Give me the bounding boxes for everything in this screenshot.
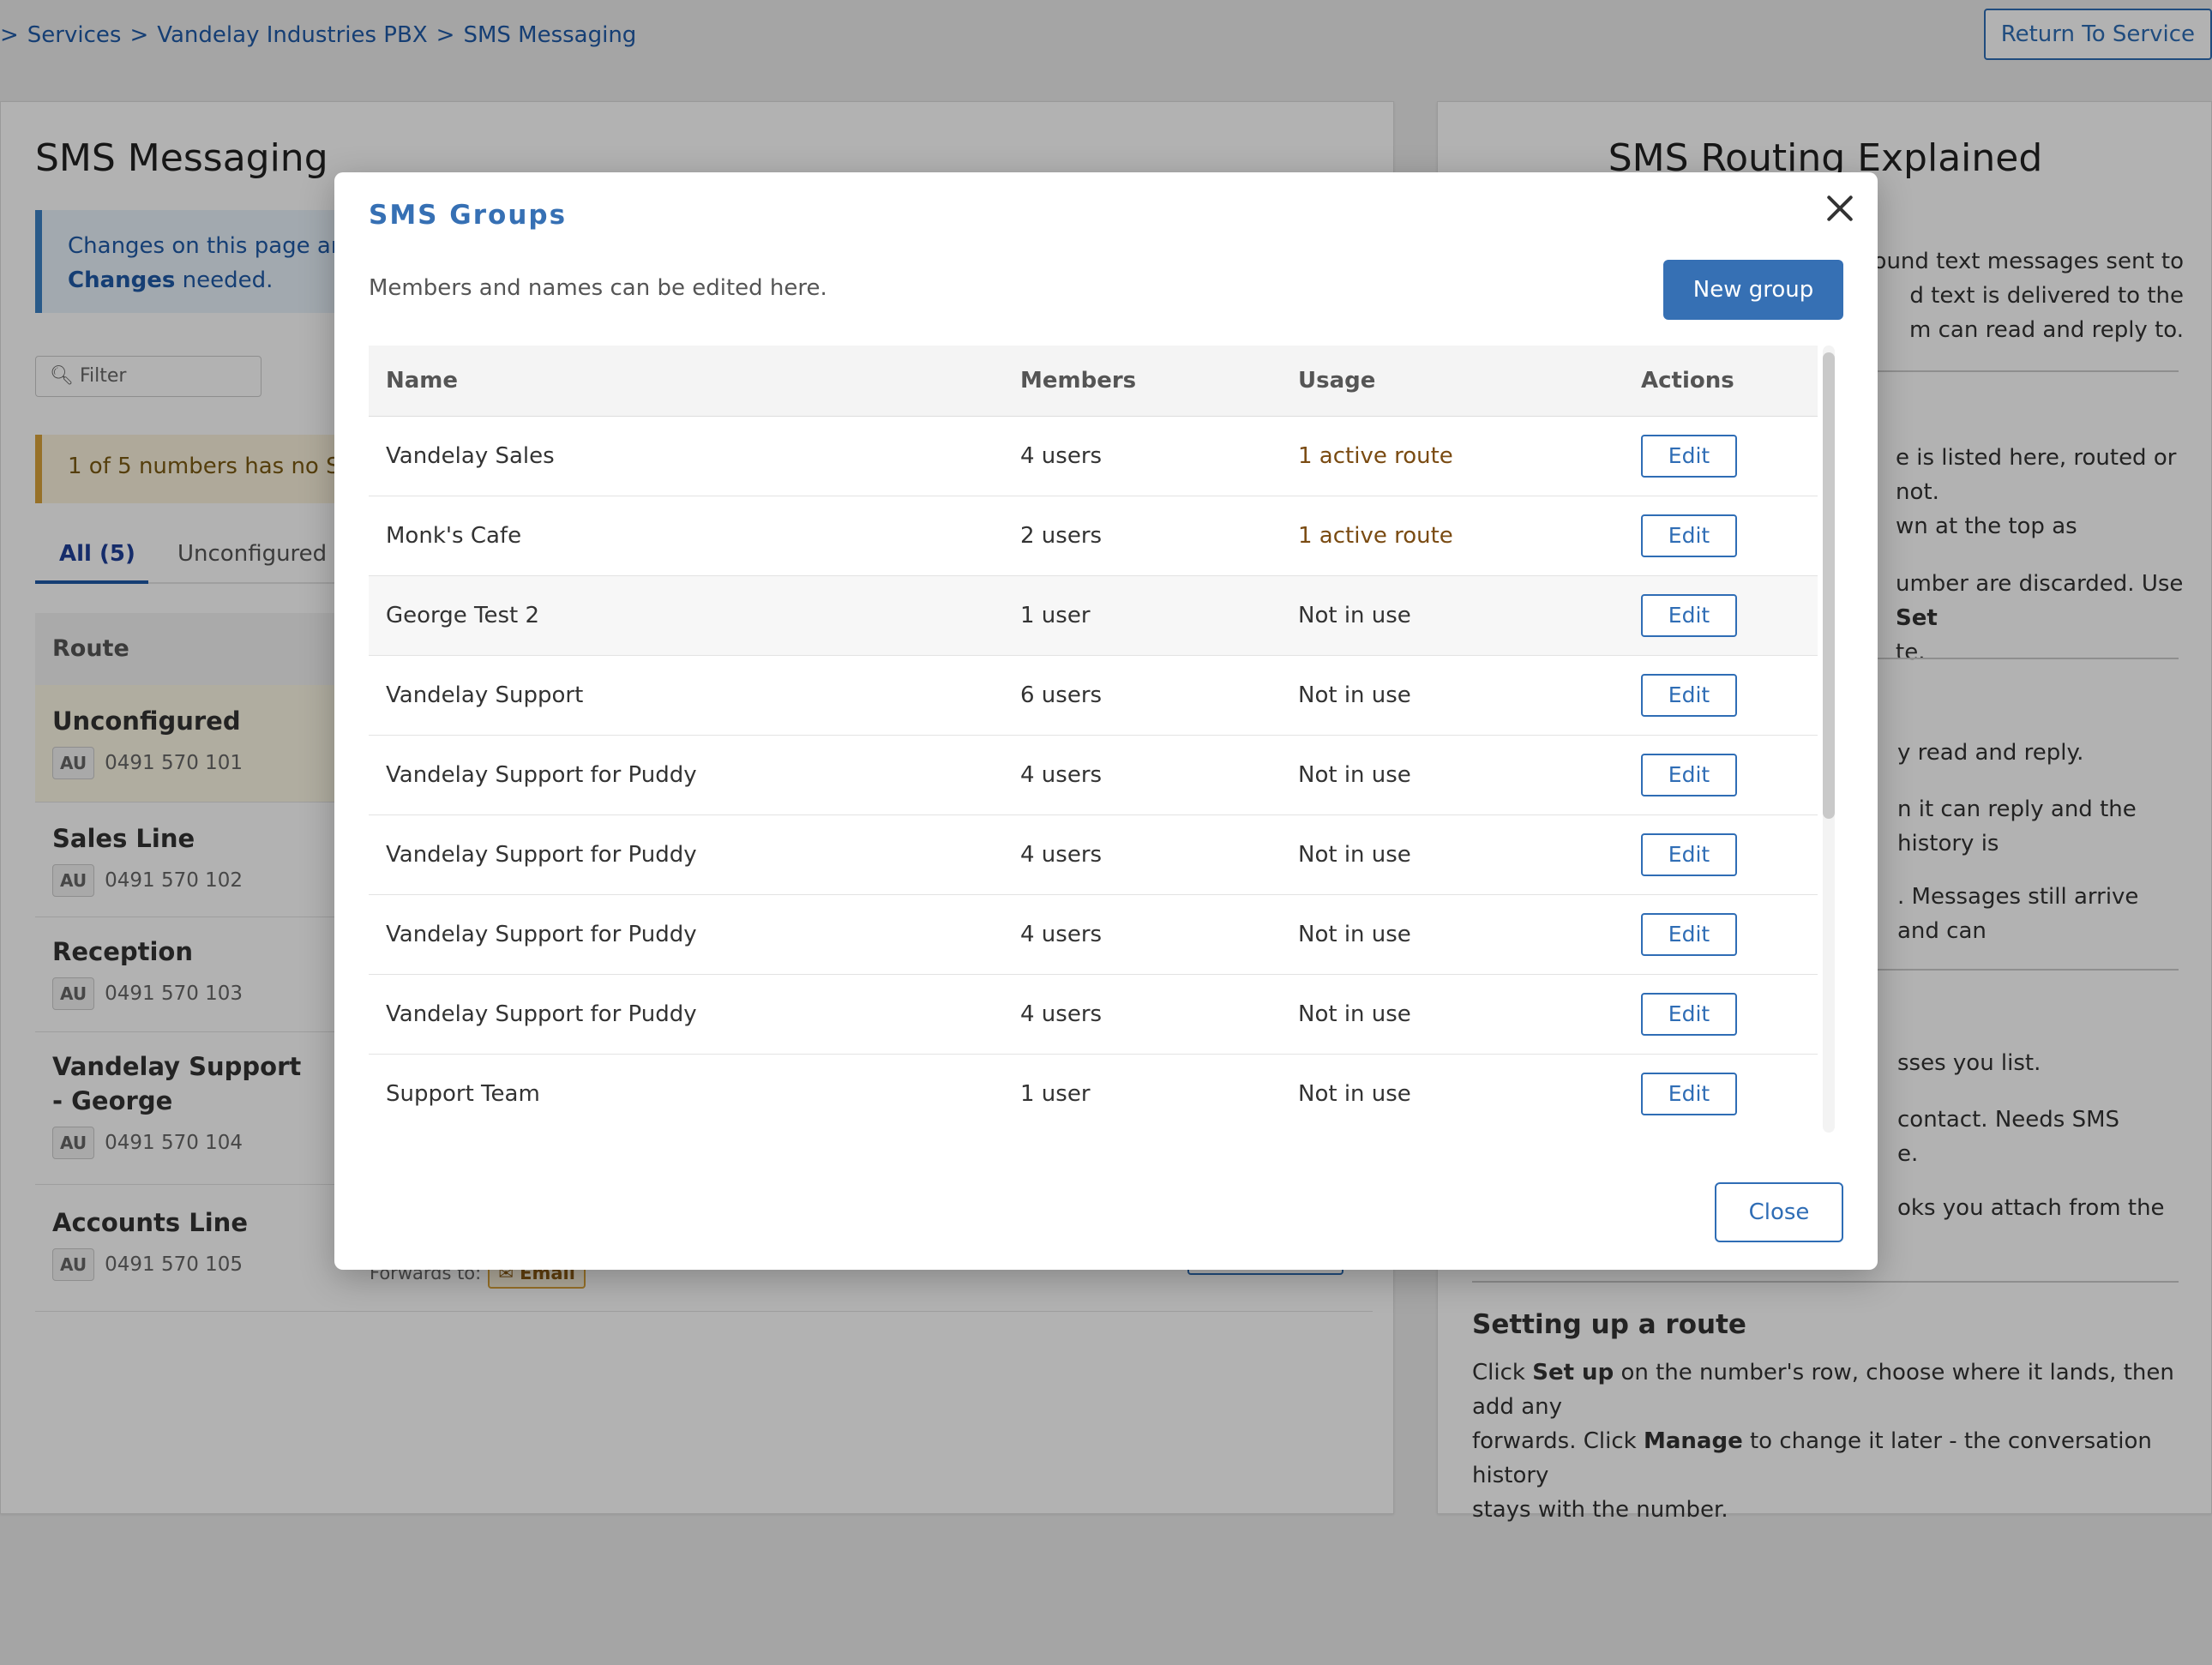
modal-description: Members and names can be edited here. [369, 275, 827, 301]
group-usage: Not in use [1281, 1054, 1624, 1133]
group-actions: Edit [1624, 575, 1818, 656]
group-usage: 1 active route [1281, 416, 1624, 496]
edit-button[interactable]: Edit [1641, 832, 1737, 876]
sms-groups-modal: SMS Groups Members and names can be edit… [334, 172, 1878, 1270]
group-usage: Not in use [1281, 894, 1624, 975]
group-actions: Edit [1624, 496, 1818, 576]
group-actions: Edit [1624, 814, 1818, 895]
table-row: Vandelay Support for Puddy 4 users Not i… [369, 735, 1818, 815]
edit-button[interactable]: Edit [1641, 992, 1737, 1036]
group-members: 1 user [1003, 1054, 1281, 1133]
table-row: Vandelay Sales 4 users 1 active route Ed… [369, 416, 1818, 496]
group-members: 4 users [1003, 814, 1281, 895]
group-name: Vandelay Support for Puddy [369, 974, 1003, 1055]
group-usage: Not in use [1281, 575, 1624, 656]
group-actions: Edit [1624, 974, 1818, 1055]
group-usage: Not in use [1281, 974, 1624, 1055]
group-actions: Edit [1624, 1054, 1818, 1133]
group-name: Vandelay Support [369, 655, 1003, 736]
group-actions: Edit [1624, 655, 1818, 736]
new-group-button[interactable]: New group [1663, 260, 1843, 320]
table-row: Monk's Cafe 2 users 1 active route Edit [369, 496, 1818, 576]
column-header-actions: Actions [1624, 346, 1818, 417]
group-members: 4 users [1003, 416, 1281, 496]
column-header-usage: Usage [1281, 346, 1624, 417]
group-usage: Not in use [1281, 655, 1624, 736]
group-actions: Edit [1624, 416, 1818, 496]
scrollbar-thumb[interactable] [1823, 352, 1835, 819]
group-members: 6 users [1003, 655, 1281, 736]
table-scrollbar[interactable] [1823, 346, 1835, 1133]
group-name: Vandelay Sales [369, 416, 1003, 496]
edit-button[interactable]: Edit [1641, 593, 1737, 637]
group-members: 4 users [1003, 894, 1281, 975]
table-row: Vandelay Support 6 users Not in use Edit [369, 655, 1818, 736]
group-members: 2 users [1003, 496, 1281, 576]
table-row: Support Team 1 user Not in use Edit [369, 1054, 1818, 1133]
modal-title: SMS Groups [369, 200, 568, 231]
group-usage: Not in use [1281, 814, 1624, 895]
column-header-members: Members [1003, 346, 1281, 417]
table-row: George Test 2 1 user Not in use Edit [369, 575, 1818, 656]
table-row: Vandelay Support for Puddy 4 users Not i… [369, 814, 1818, 895]
group-members: 4 users [1003, 735, 1281, 815]
group-members: 4 users [1003, 974, 1281, 1055]
close-button[interactable]: Close [1715, 1182, 1843, 1242]
group-name: Vandelay Support for Puddy [369, 814, 1003, 895]
group-usage: 1 active route [1281, 496, 1624, 576]
edit-button[interactable]: Edit [1641, 1072, 1737, 1115]
edit-button[interactable]: Edit [1641, 673, 1737, 717]
group-name: Vandelay Support for Puddy [369, 735, 1003, 815]
group-name: Vandelay Support for Puddy [369, 894, 1003, 975]
groups-table: Name Members Usage Actions Vandelay Sale… [369, 346, 1818, 1133]
edit-button[interactable]: Edit [1641, 434, 1737, 478]
group-name: Support Team [369, 1054, 1003, 1133]
column-header-name: Name [369, 346, 1003, 417]
table-row: Vandelay Support for Puddy 4 users Not i… [369, 974, 1818, 1055]
table-row: Vandelay Support for Puddy 4 users Not i… [369, 894, 1818, 975]
group-members: 1 user [1003, 575, 1281, 656]
group-name: George Test 2 [369, 575, 1003, 656]
group-usage: Not in use [1281, 735, 1624, 815]
edit-button[interactable]: Edit [1641, 514, 1737, 557]
edit-button[interactable]: Edit [1641, 753, 1737, 796]
groups-table-container: Name Members Usage Actions Vandelay Sale… [369, 346, 1826, 1133]
table-header-row: Name Members Usage Actions [369, 346, 1818, 417]
close-icon[interactable] [1823, 191, 1857, 225]
group-actions: Edit [1624, 735, 1818, 815]
edit-button[interactable]: Edit [1641, 912, 1737, 956]
group-name: Monk's Cafe [369, 496, 1003, 576]
group-actions: Edit [1624, 894, 1818, 975]
